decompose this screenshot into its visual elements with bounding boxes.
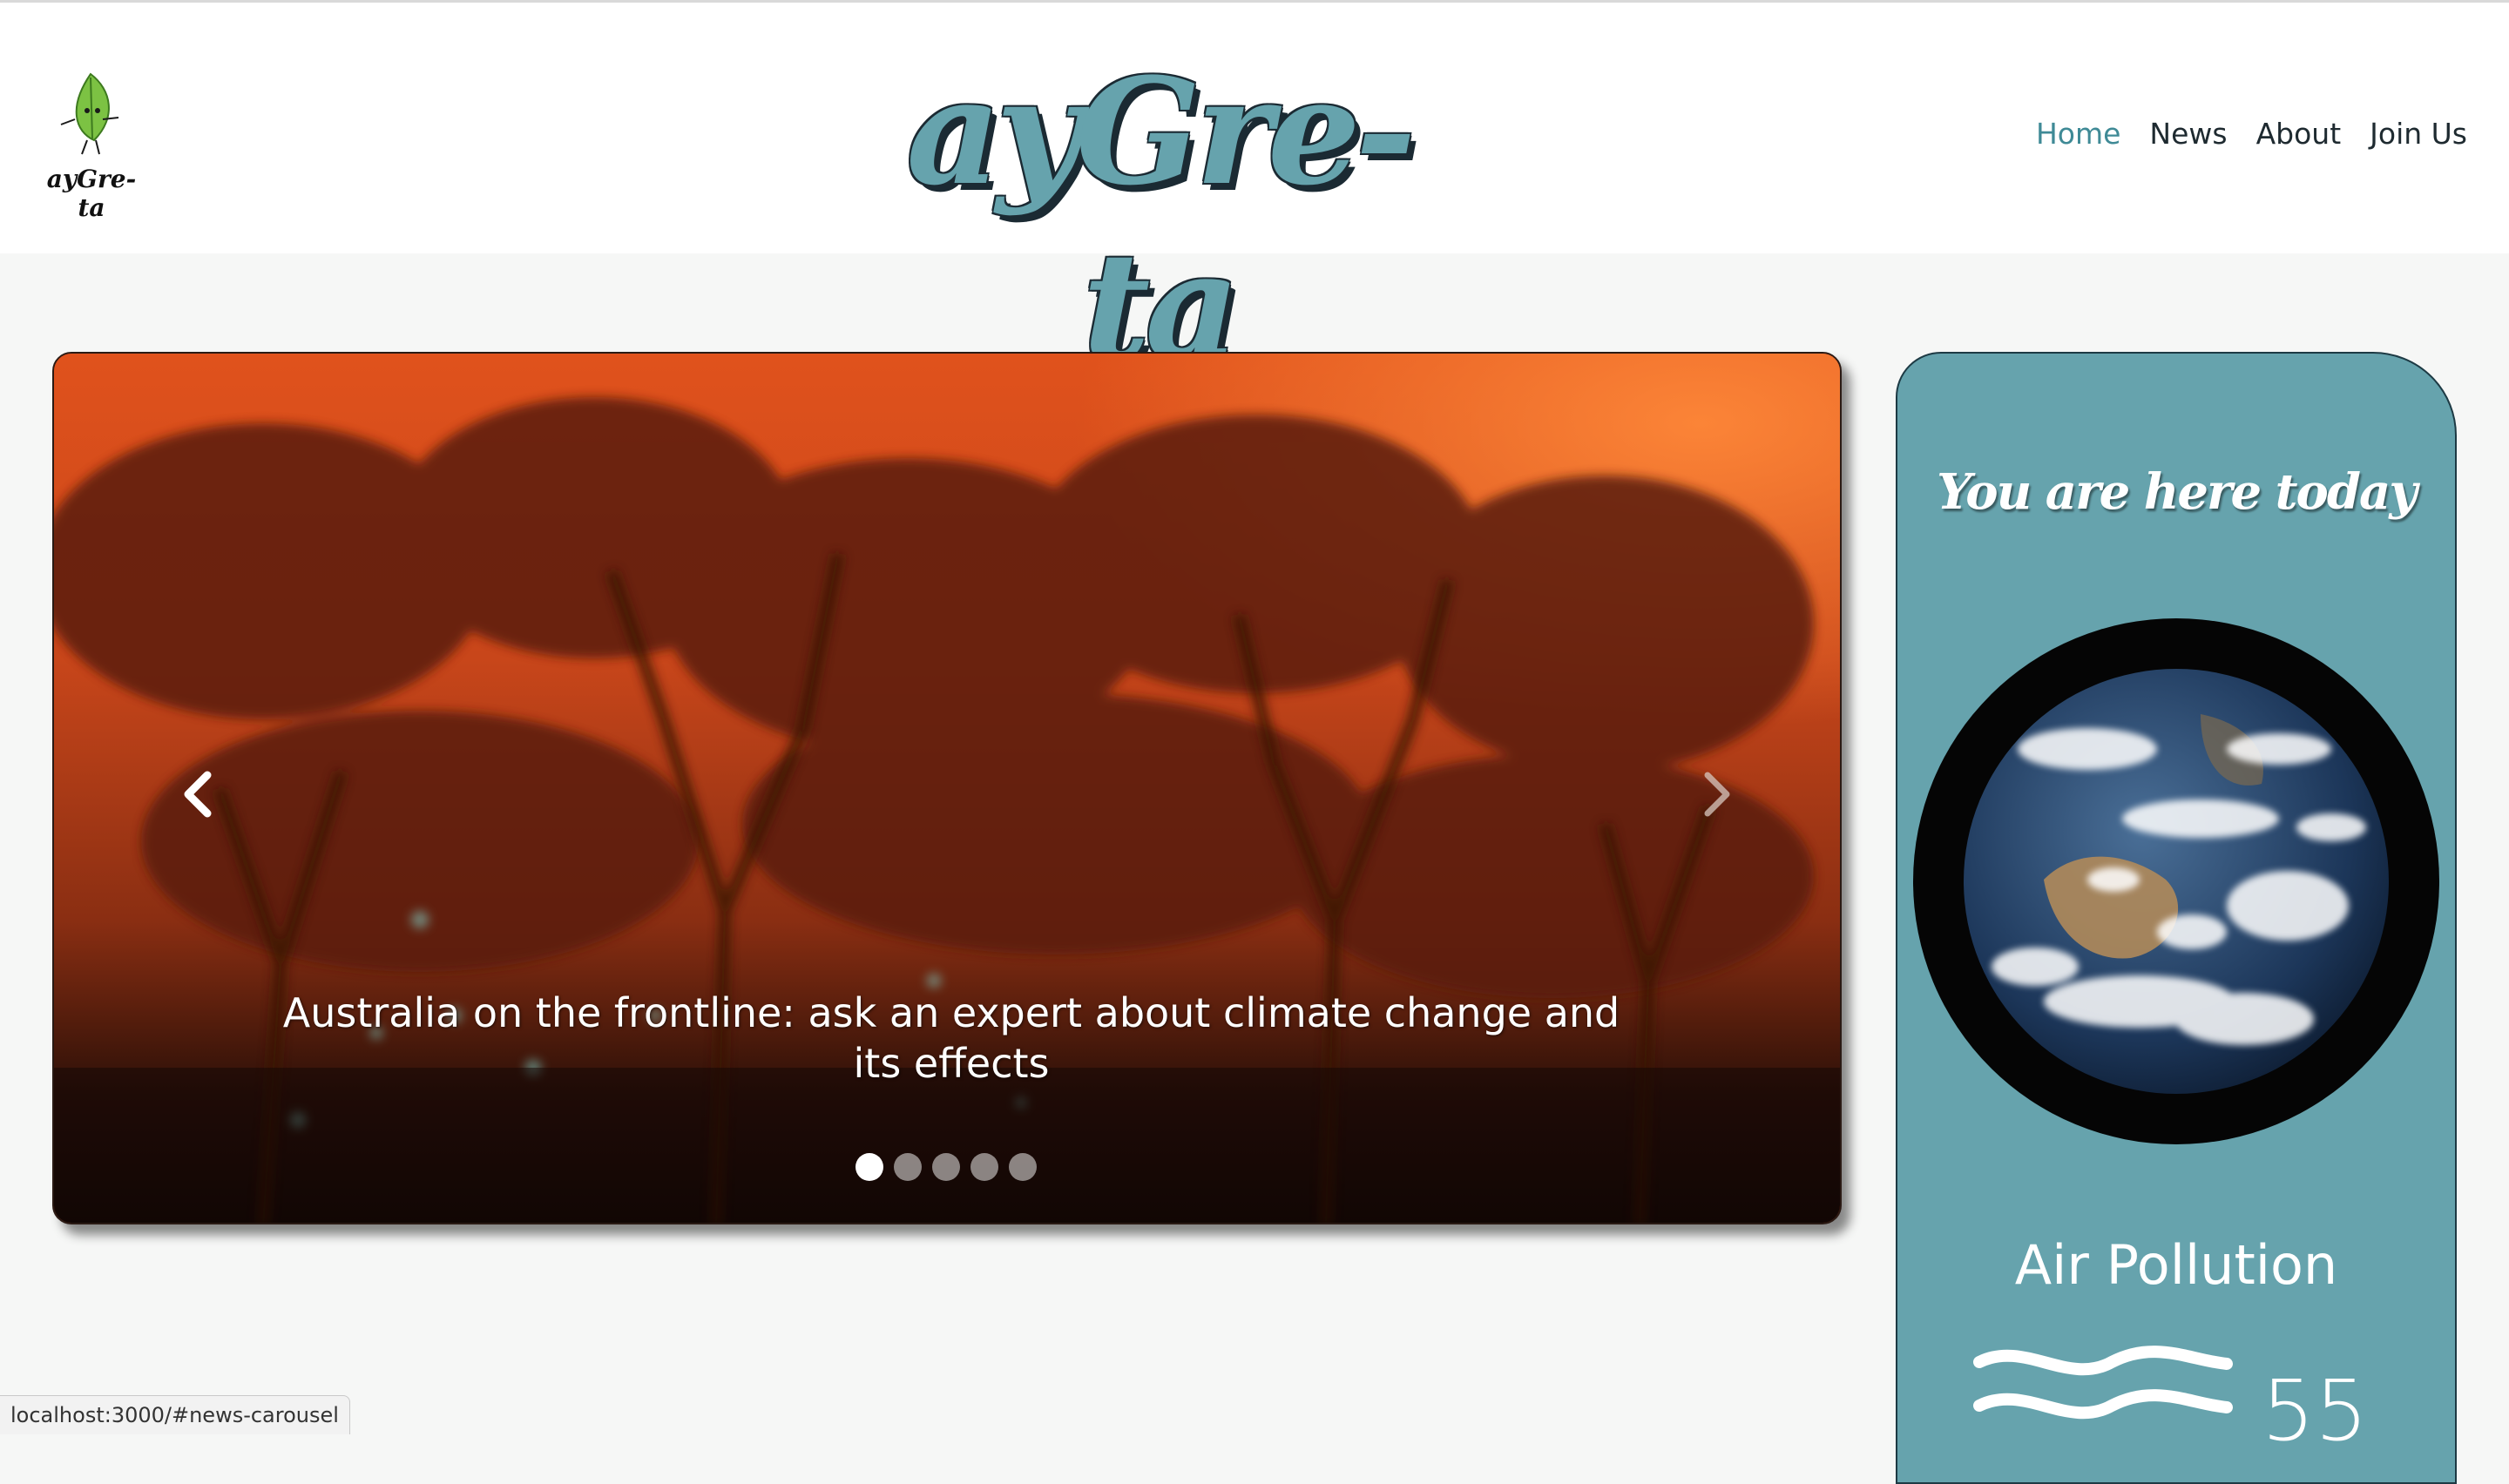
brand-title: ayGre-ta <box>906 45 1416 392</box>
nav-join-us[interactable]: Join Us <box>2370 117 2467 151</box>
news-carousel[interactable]: Australia on the frontline: ask an exper… <box>52 352 1842 1224</box>
chevron-left-icon[interactable] <box>172 759 225 829</box>
indicator-1[interactable] <box>855 1153 883 1181</box>
today-panel: You are here today Air Pollution 55 <box>1896 352 2457 1484</box>
wind-waves-icon <box>1973 1346 2233 1420</box>
metric-label: Air Pollution <box>2014 1233 2338 1297</box>
earth-image <box>1913 618 2439 1144</box>
main-nav: Home News About Join Us <box>2036 109 2467 158</box>
metric-value: 55 <box>2262 1362 2369 1460</box>
logo-text: ayGre-ta <box>46 165 137 222</box>
chevron-right-icon[interactable] <box>1690 759 1742 829</box>
indicator-2[interactable] <box>894 1153 922 1181</box>
leaf-icon <box>60 72 119 155</box>
nav-about[interactable]: About <box>2256 117 2342 151</box>
indicator-5[interactable] <box>1009 1153 1037 1181</box>
earth-globe-icon <box>1913 618 2439 1144</box>
nav-home[interactable]: Home <box>2036 117 2120 151</box>
panel-title: You are here today <box>1937 463 2418 521</box>
site-logo[interactable]: ayGre-ta <box>37 67 141 222</box>
indicator-3[interactable] <box>932 1153 960 1181</box>
site-header: ayGre-ta ayGre-ta Home News About Join U… <box>0 3 2509 392</box>
carousel-indicators <box>855 1153 1037 1183</box>
carousel-slide-image <box>54 354 1840 1223</box>
carousel-caption: Australia on the frontline: ask an exper… <box>282 989 1620 1087</box>
status-bar-url: localhost:3000/#news-carousel <box>0 1395 350 1434</box>
indicator-4[interactable] <box>970 1153 998 1181</box>
nav-news[interactable]: News <box>2149 117 2227 151</box>
